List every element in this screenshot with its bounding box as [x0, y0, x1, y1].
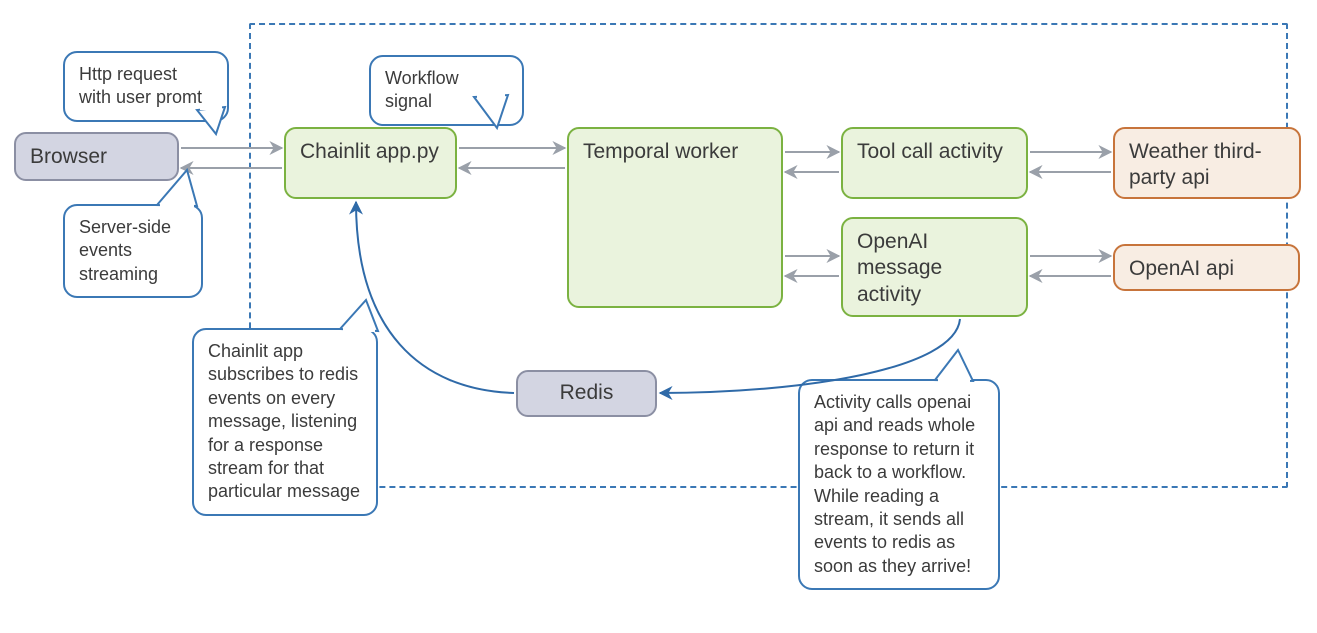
callout-activity-note: Activity calls openai api and reads whol…: [798, 379, 1000, 590]
node-openai-activity: OpenAI message activity: [841, 217, 1028, 317]
node-toolcall-activity: Tool call activity: [841, 127, 1028, 199]
callout-workflow-signal: Workflow signal: [369, 55, 524, 126]
node-browser: Browser: [14, 132, 179, 181]
node-temporal-worker: Temporal worker: [567, 127, 783, 308]
node-chainlit: Chainlit app.py: [284, 127, 457, 199]
node-openai-api: OpenAI api: [1113, 244, 1300, 291]
node-redis: Redis: [516, 370, 657, 417]
callout-sse: Server-side events streaming: [63, 204, 203, 298]
node-weather-api: Weather third-party api: [1113, 127, 1301, 199]
callout-http-request: Http request with user promt: [63, 51, 229, 122]
diagram-canvas: Browser Chainlit app.py Temporal worker …: [0, 0, 1317, 633]
callout-chainlit-note: Chainlit app subscribes to redis events …: [192, 328, 378, 516]
